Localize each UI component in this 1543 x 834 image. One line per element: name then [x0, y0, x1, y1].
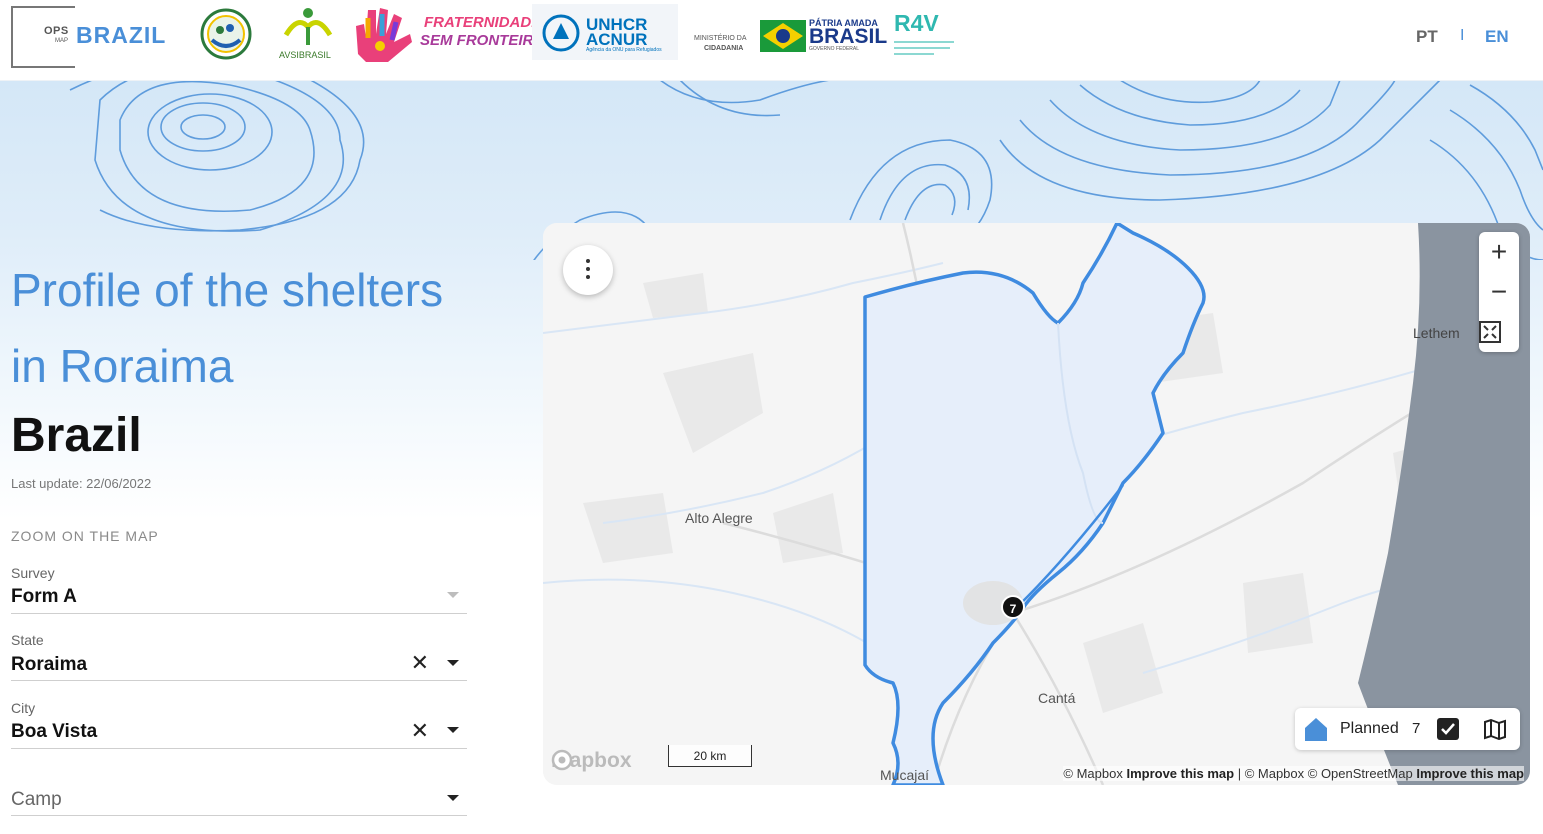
map-menu-button[interactable] — [563, 245, 613, 295]
zoom-in-button[interactable]: + — [1479, 232, 1519, 272]
shelter-cluster-marker[interactable]: 7 — [1001, 595, 1025, 619]
camp-placeholder: Camp — [11, 789, 62, 810]
checkmark-icon — [1441, 723, 1455, 735]
zoom-section-label: ZOOM ON THE MAP — [11, 528, 159, 544]
state-dropdown-arrow-icon[interactable] — [447, 660, 459, 666]
r4v-subtitle-lines — [894, 38, 956, 60]
brazil-flag-icon — [760, 20, 806, 52]
legend-planned-label: Planned — [1340, 720, 1399, 737]
lang-pt-link[interactable]: PT — [1416, 27, 1438, 47]
opsmap-logo-ops: OPS — [44, 25, 69, 37]
country-heading: Brazil — [11, 409, 142, 462]
top-header: OPS MAP BRAZIL AVSIBRASIL FRATERNIDADE S… — [0, 0, 1543, 81]
unhcr-subtitle: Agência da ONU para Refugiados — [586, 47, 662, 53]
zoom-out-button[interactable]: − — [1479, 272, 1519, 312]
map-canvas[interactable] — [543, 223, 1530, 785]
opsmap-logo-map: MAP — [55, 38, 69, 44]
lang-en-link[interactable]: EN — [1485, 27, 1509, 47]
place-label-lethem: Lethem — [1413, 325, 1460, 341]
city-dropdown-arrow-icon[interactable] — [447, 727, 459, 733]
camp-select[interactable]: Camp — [11, 787, 467, 816]
map-attribution: © Mapbox Improve this map | © Mapbox © O… — [1063, 766, 1524, 781]
map-layers-icon[interactable] — [1483, 718, 1507, 740]
improve-map-link-1[interactable]: Improve this map — [1126, 766, 1234, 781]
place-label-mucajai: Mucajaí — [880, 767, 930, 783]
page-title: Profile of the shelters in Roraima — [11, 264, 444, 392]
city-clear-icon[interactable]: ✕ — [411, 718, 429, 744]
map-scale-bar: 20 km — [668, 745, 752, 767]
state-value: Roraima — [11, 654, 88, 675]
state-clear-icon[interactable]: ✕ — [411, 650, 429, 676]
ministerio-label-2: CIDADANIA — [704, 45, 744, 52]
place-label-alto-alegre: Alto Alegre — [685, 510, 753, 526]
lang-separator: I — [1460, 27, 1465, 44]
fraternidade-hand-logo — [356, 8, 412, 62]
fullscreen-button[interactable] — [1479, 312, 1519, 352]
city-select[interactable]: City Boa Vista ✕ — [11, 700, 467, 749]
map-legend: Planned 7 — [1295, 708, 1520, 750]
opsmap-logo-brazil[interactable]: BRAZIL — [76, 22, 166, 49]
improve-map-link-2[interactable]: Improve this map — [1416, 766, 1524, 781]
mapbox-logo-icon — [551, 749, 573, 771]
state-label: State — [11, 632, 44, 648]
legend-planned-count: 7 — [1412, 720, 1421, 737]
unhcr-emblem-icon — [542, 14, 580, 52]
opsmap-logo-frame — [11, 6, 75, 68]
fraternidade-label-1: FRATERNIDADE — [424, 14, 542, 31]
operacao-acolhida-logo — [200, 8, 252, 60]
map-zoom-controls: + − — [1479, 232, 1519, 352]
camp-dropdown-arrow-icon[interactable] — [447, 795, 459, 801]
state-select[interactable]: State Roraima ✕ — [11, 632, 467, 681]
attribution-mapbox[interactable]: © Mapbox — [1063, 766, 1122, 781]
avsi-label: AVSIBRASIL — [279, 50, 331, 60]
shelter-house-icon — [1305, 718, 1327, 741]
map-view[interactable]: Alto Alegre Cantá Lethem Mucajaí 7 + − P… — [543, 223, 1530, 785]
city-value: Boa Vista — [11, 721, 98, 742]
survey-value: Form A — [11, 586, 77, 607]
attribution-osm[interactable]: | © Mapbox © OpenStreetMap — [1238, 766, 1413, 781]
ministerio-label-1: MINISTÉRIO DA — [694, 35, 747, 42]
r4v-label: R4V — [894, 10, 939, 36]
avsi-logo — [283, 8, 333, 45]
menu-dot-icon — [586, 275, 590, 279]
survey-dropdown-arrow-icon[interactable] — [447, 592, 459, 598]
survey-label: Survey — [11, 565, 55, 581]
patria-label-3: GOVERNO FEDERAL — [809, 46, 860, 52]
survey-select[interactable]: Survey Form A — [11, 565, 467, 614]
menu-dot-icon — [586, 259, 590, 263]
place-label-canta: Cantá — [1038, 690, 1076, 706]
city-label: City — [11, 700, 36, 716]
legend-planned-checkbox[interactable] — [1437, 718, 1459, 740]
last-update-text: Last update: 22/06/2022 — [11, 476, 152, 491]
mapbox-logo[interactable]: mapbox — [551, 749, 632, 773]
fullscreen-icon — [1479, 321, 1501, 343]
menu-dot-icon — [586, 267, 590, 271]
